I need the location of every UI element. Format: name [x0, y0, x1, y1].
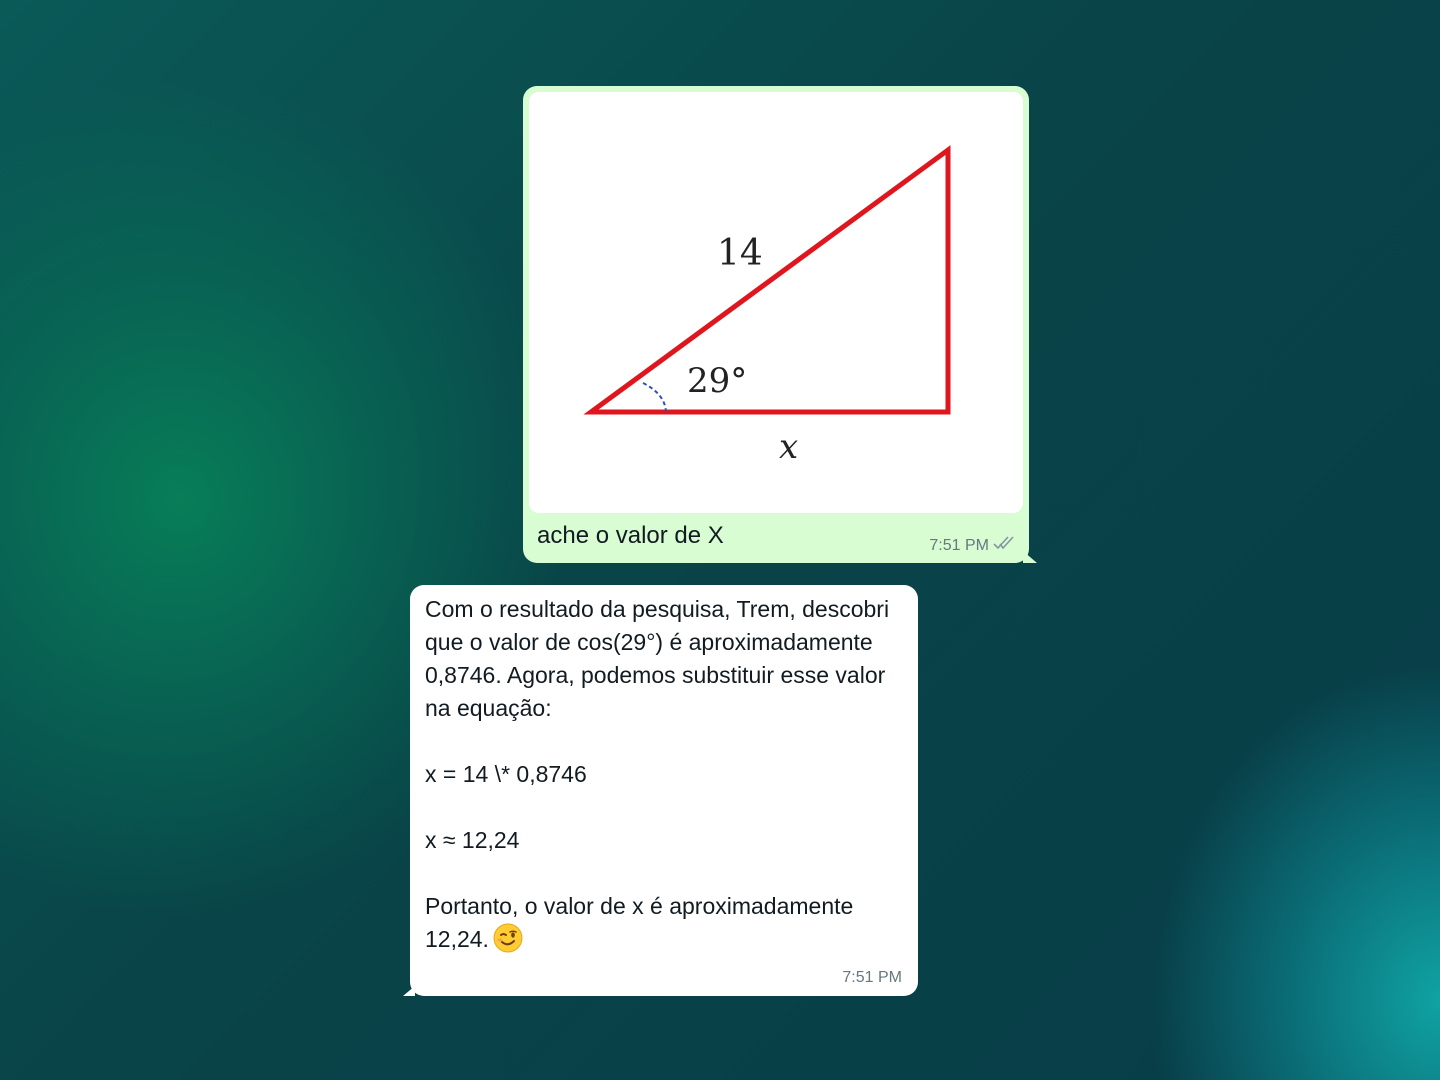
outgoing-message-bubble[interactable]: 14 29° x ache o valor de X 7:51 PM [523, 86, 1037, 563]
message-caption: ache o valor de X [537, 522, 724, 549]
winking-face-icon [493, 923, 523, 953]
incoming-message-bubble[interactable]: Com o resultado da pesquisa, Trem, desco… [403, 585, 918, 996]
message-paragraph: Com o resultado da pesquisa, Trem, desco… [425, 596, 890, 721]
message-paragraph: Portanto, o valor de x é aproximadamente… [425, 890, 905, 956]
bubble-tail [1023, 551, 1037, 563]
message-paragraph: x = 14 \* 0,8746 [425, 761, 587, 787]
message-paragraph-text: Portanto, o valor de x é aproximadamente… [425, 893, 854, 952]
base-label: x [779, 427, 798, 467]
message-paragraph: x ≈ 12,24 [425, 827, 520, 853]
message-time: 7:51 PM [929, 536, 989, 554]
message-time: 7:51 PM [842, 969, 902, 986]
hypotenuse-label: 14 [717, 233, 763, 274]
triangle-diagram: 14 29° x [529, 92, 1023, 513]
angle-label: 29° [687, 361, 747, 401]
read-receipt-icon [993, 536, 1015, 555]
message-text: Com o resultado da pesquisa, Trem, desco… [425, 593, 905, 956]
message-image[interactable]: 14 29° x [529, 92, 1023, 513]
bubble-tail [403, 986, 415, 996]
message-meta: 7:51 PM [929, 536, 1015, 555]
